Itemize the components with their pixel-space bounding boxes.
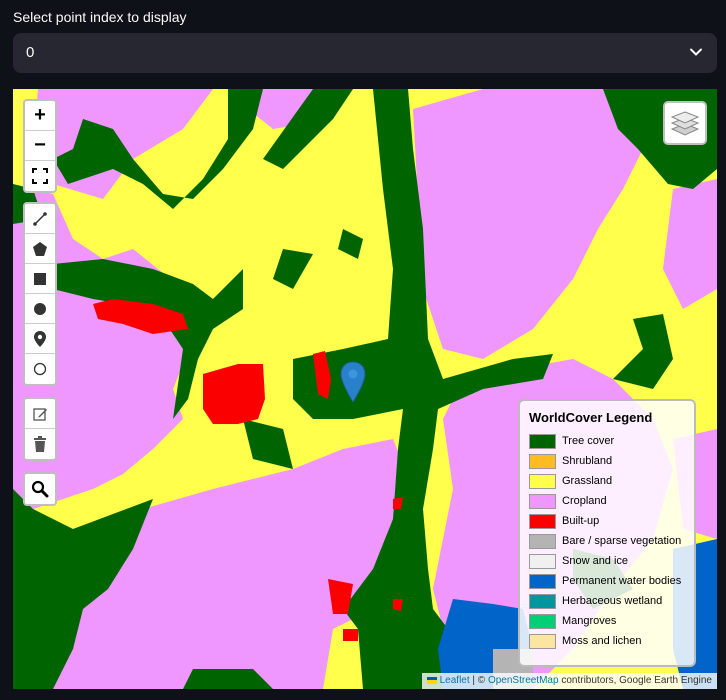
layers-control-button[interactable]: [663, 101, 707, 145]
legend-item: Built-up: [529, 511, 685, 531]
legend-swatch: [529, 533, 556, 549]
legend-swatch: [529, 613, 556, 629]
attribution-rest: contributors, Google Earth Engine: [558, 675, 712, 686]
legend-label: Moss and lichen: [562, 635, 642, 647]
edit-icon: [33, 407, 47, 421]
worldcover-legend: WorldCover Legend Tree cover Shrubland Gra…: [518, 399, 696, 667]
legend-item: Bare / sparse vegetation: [529, 531, 685, 551]
legend-item: Mangroves: [529, 611, 685, 631]
legend-swatch: [529, 513, 556, 529]
legend-item: Snow and ice: [529, 551, 685, 571]
legend-label: Bare / sparse vegetation: [562, 535, 682, 547]
map-marker-icon[interactable]: [340, 361, 366, 403]
legend-swatch: [529, 473, 556, 489]
polygon-icon: [33, 241, 47, 256]
legend-title: WorldCover Legend: [529, 410, 653, 425]
legend-item: Tree cover: [529, 431, 685, 451]
legend-item: Grassland: [529, 471, 685, 491]
legend-label: Shrubland: [562, 455, 613, 467]
legend-item: Shrubland: [529, 451, 685, 471]
legend-item: Herbaceous wetland: [529, 591, 685, 611]
fullscreen-icon: [32, 168, 48, 184]
draw-circlemarker-button[interactable]: [25, 354, 55, 384]
legend-swatch: [529, 453, 556, 469]
circlemarker-icon: [33, 362, 47, 376]
search-control: [23, 472, 57, 506]
rectangle-icon: [34, 272, 46, 285]
trash-icon: [34, 436, 46, 452]
legend-label: Cropland: [562, 495, 607, 507]
ukraine-flag-icon: [426, 676, 437, 684]
circle-icon: [34, 302, 46, 315]
legend-items: Tree cover Shrubland Grassland Cropland Buil…: [529, 431, 685, 651]
draw-polyline-button[interactable]: [25, 204, 55, 234]
legend-swatch: [529, 573, 556, 589]
legend-label: Grassland: [562, 475, 613, 487]
legend-swatch: [529, 493, 556, 509]
draw-polygon-button[interactable]: [25, 234, 55, 264]
attribution-separator: | ©: [469, 675, 488, 686]
layers-icon: [671, 111, 699, 136]
draw-circle-button[interactable]: [25, 294, 55, 324]
edit-toolbar: [23, 397, 57, 461]
search-icon: [31, 480, 49, 498]
search-button[interactable]: [25, 474, 55, 504]
legend-item: Permanent water bodies: [529, 571, 685, 591]
legend-label: Mangroves: [562, 615, 617, 627]
osm-link[interactable]: OpenStreetMap: [488, 675, 559, 686]
draw-rectangle-button[interactable]: [25, 264, 55, 294]
map-attribution: Leaflet | © OpenStreetMap contributors, …: [421, 673, 717, 689]
draw-toolbar: [23, 202, 57, 386]
legend-swatch: [529, 553, 556, 569]
legend-item: Cropland: [529, 491, 685, 511]
legend-label: Permanent water bodies: [562, 575, 682, 587]
legend-swatch: [529, 433, 556, 449]
legend-swatch: [529, 593, 556, 609]
legend-swatch: [529, 633, 556, 649]
legend-label: Herbaceous wetland: [562, 595, 663, 607]
zoom-control: + −: [23, 99, 57, 193]
map-container[interactable]: + − WorldCover Legend Tree cover Shrubla…: [13, 89, 717, 689]
zoom-out-button[interactable]: −: [25, 131, 55, 161]
marker-icon: [34, 330, 46, 347]
legend-item: Moss and lichen: [529, 631, 685, 651]
point-index-select[interactable]: 0: [13, 33, 717, 73]
legend-label: Snow and ice: [562, 555, 629, 567]
fullscreen-button[interactable]: [25, 161, 55, 191]
chevron-down-icon: [690, 48, 702, 56]
polyline-icon: [33, 211, 47, 226]
legend-label: Tree cover: [562, 435, 615, 447]
delete-layers-button[interactable]: [25, 429, 55, 459]
zoom-in-button[interactable]: +: [25, 101, 55, 131]
leaflet-link[interactable]: Leaflet: [440, 675, 470, 686]
legend-label: Built-up: [562, 515, 600, 527]
select-value: 0: [26, 44, 35, 61]
draw-marker-button[interactable]: [25, 324, 55, 354]
select-label: Select point index to display: [13, 9, 187, 25]
edit-layers-button[interactable]: [25, 399, 55, 429]
